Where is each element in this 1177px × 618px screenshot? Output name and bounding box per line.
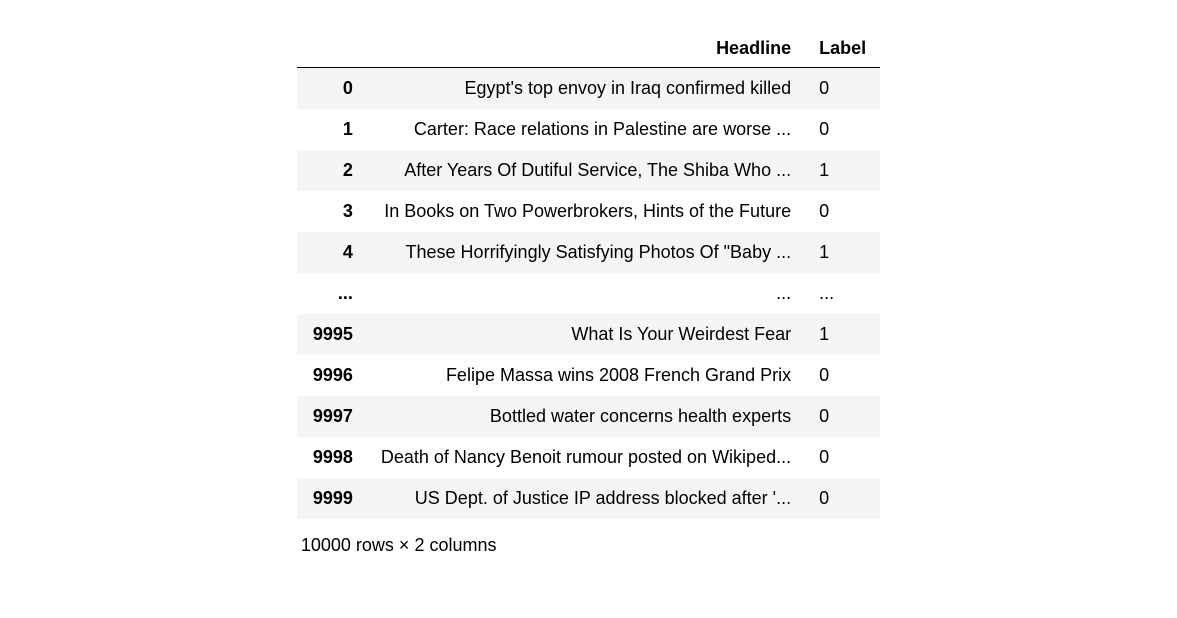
row-index: 4 xyxy=(297,232,367,273)
dataframe-shape-caption: 10000 rows × 2 columns xyxy=(297,535,880,556)
cell-label: 1 xyxy=(805,150,880,191)
row-index: 0 xyxy=(297,68,367,110)
cell-headline: In Books on Two Powerbrokers, Hints of t… xyxy=(367,191,805,232)
table-header-row: Headline Label xyxy=(297,30,880,68)
row-index: 9996 xyxy=(297,355,367,396)
column-header-label: Label xyxy=(805,30,880,68)
table-row-ellipsis: ... ... ... xyxy=(297,273,880,314)
cell-label: ... xyxy=(805,273,880,314)
table-row: 2 After Years Of Dutiful Service, The Sh… xyxy=(297,150,880,191)
cell-headline: ... xyxy=(367,273,805,314)
row-index: 9998 xyxy=(297,437,367,478)
cell-label: 0 xyxy=(805,478,880,519)
cell-label: 1 xyxy=(805,314,880,355)
index-header xyxy=(297,30,367,68)
row-index: 9999 xyxy=(297,478,367,519)
table-row: 9996 Felipe Massa wins 2008 French Grand… xyxy=(297,355,880,396)
column-header-headline: Headline xyxy=(367,30,805,68)
row-index: 9997 xyxy=(297,396,367,437)
cell-headline: What Is Your Weirdest Fear xyxy=(367,314,805,355)
cell-headline: Bottled water concerns health experts xyxy=(367,396,805,437)
table-row: 3 In Books on Two Powerbrokers, Hints of… xyxy=(297,191,880,232)
cell-label: 0 xyxy=(805,68,880,110)
row-index: ... xyxy=(297,273,367,314)
table-body: 0 Egypt's top envoy in Iraq confirmed ki… xyxy=(297,68,880,520)
table-row: 0 Egypt's top envoy in Iraq confirmed ki… xyxy=(297,68,880,110)
table-row: 9999 US Dept. of Justice IP address bloc… xyxy=(297,478,880,519)
table-row: 1 Carter: Race relations in Palestine ar… xyxy=(297,109,880,150)
row-index: 9995 xyxy=(297,314,367,355)
cell-label: 0 xyxy=(805,191,880,232)
dataframe-container: Headline Label 0 Egypt's top envoy in Ir… xyxy=(297,30,880,556)
cell-label: 0 xyxy=(805,109,880,150)
cell-headline: Carter: Race relations in Palestine are … xyxy=(367,109,805,150)
table-row: 9998 Death of Nancy Benoit rumour posted… xyxy=(297,437,880,478)
cell-headline: Egypt's top envoy in Iraq confirmed kill… xyxy=(367,68,805,110)
cell-headline: Death of Nancy Benoit rumour posted on W… xyxy=(367,437,805,478)
dataframe-table: Headline Label 0 Egypt's top envoy in Ir… xyxy=(297,30,880,519)
cell-label: 0 xyxy=(805,437,880,478)
cell-label: 0 xyxy=(805,355,880,396)
table-row: 9995 What Is Your Weirdest Fear 1 xyxy=(297,314,880,355)
row-index: 3 xyxy=(297,191,367,232)
table-row: 9997 Bottled water concerns health exper… xyxy=(297,396,880,437)
cell-headline: US Dept. of Justice IP address blocked a… xyxy=(367,478,805,519)
table-row: 4 These Horrifyingly Satisfying Photos O… xyxy=(297,232,880,273)
row-index: 1 xyxy=(297,109,367,150)
cell-headline: After Years Of Dutiful Service, The Shib… xyxy=(367,150,805,191)
cell-label: 0 xyxy=(805,396,880,437)
cell-headline: These Horrifyingly Satisfying Photos Of … xyxy=(367,232,805,273)
row-index: 2 xyxy=(297,150,367,191)
cell-label: 1 xyxy=(805,232,880,273)
cell-headline: Felipe Massa wins 2008 French Grand Prix xyxy=(367,355,805,396)
